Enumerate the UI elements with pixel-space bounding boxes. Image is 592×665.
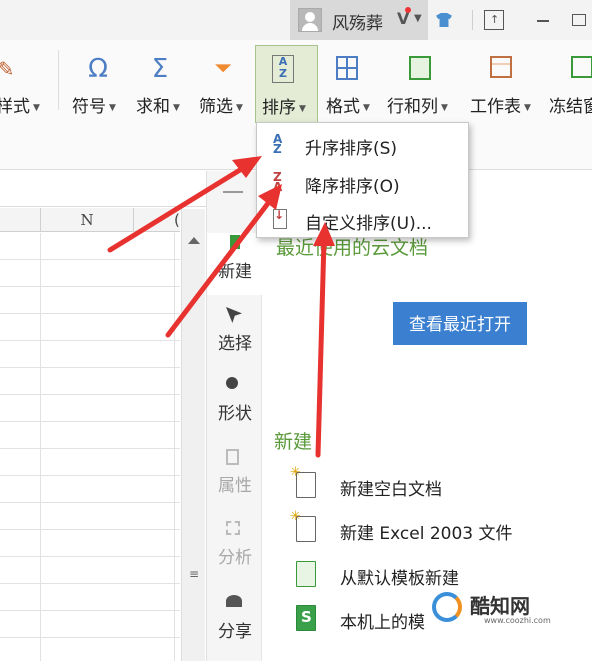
nav-item-label: 选择 xyxy=(218,334,252,354)
restore-icon[interactable] xyxy=(572,14,586,26)
avatar-icon[interactable] xyxy=(298,8,322,32)
rowcol-label: 行和列 xyxy=(387,97,438,117)
freeze-label: 冻结窗 xyxy=(549,97,592,117)
sort-dropdown-menu: AZ 升序排序(S) ZA 降序排序(O) ↓ 自定义排序(U)... xyxy=(256,122,469,238)
divider xyxy=(58,50,59,110)
menu-item-sort-descending[interactable]: ZA 降序排序(O) xyxy=(257,164,468,200)
nav-item-label: 属性 xyxy=(218,476,252,496)
sort-descending-icon: ZA xyxy=(273,170,283,194)
symbol-label: 符号 xyxy=(72,97,106,117)
filter-button[interactable]: ⏷ 筛选 ▼ xyxy=(195,40,251,124)
nav-item-label: 新建 xyxy=(218,262,252,282)
watermark-name: 酷知网 xyxy=(470,594,530,618)
new-section-heading: 新建 xyxy=(274,431,313,453)
style-label: 样式 xyxy=(0,97,30,117)
format-label: 格式 xyxy=(326,97,360,117)
sort-ascending-icon: AZ xyxy=(273,132,283,156)
vertical-scrollbar[interactable]: ≡ xyxy=(181,209,205,661)
property-icon xyxy=(226,449,239,465)
cell-grid[interactable] xyxy=(0,233,180,661)
link-label: 从默认模板新建 xyxy=(340,569,459,589)
collapse-handle[interactable] xyxy=(223,191,243,193)
column-header-row: N ( xyxy=(0,208,180,232)
menu-item-label: 升序排序(S) xyxy=(305,139,398,159)
format-grid-icon xyxy=(336,56,358,80)
nav-item-label: 形状 xyxy=(218,404,252,424)
title-bar: 风殇葬 V ▼ ↑ xyxy=(0,0,592,40)
sigma-icon: Σ xyxy=(151,54,169,84)
sort-label: 排序 xyxy=(262,98,296,118)
rowcol-button[interactable]: 行和列 ▼ xyxy=(385,40,455,124)
formula-bar[interactable] xyxy=(0,171,206,207)
symbol-button[interactable]: Ω 符号 ▼ xyxy=(68,40,124,124)
shape-icon xyxy=(226,377,238,389)
menu-item-label: 降序排序(O) xyxy=(305,177,400,197)
style-brush-icon: ✎ xyxy=(0,57,15,81)
custom-sort-icon: ↓ xyxy=(273,209,287,229)
new-blank-document-link[interactable]: ✳ 新建空白文档 xyxy=(290,465,586,500)
new-from-template-link[interactable]: 从默认模板新建 xyxy=(296,561,586,589)
analysis-icon xyxy=(226,521,240,535)
omega-icon: Ω xyxy=(88,54,108,84)
coozhi-logo-icon xyxy=(432,592,462,622)
chevron-down-icon[interactable]: ▼ xyxy=(414,13,422,24)
template-icon xyxy=(296,561,316,587)
menu-item-custom-sort[interactable]: ↓ 自定义排序(U)... xyxy=(257,201,468,237)
sum-button[interactable]: Σ 求和 ▼ xyxy=(130,40,188,124)
divider xyxy=(472,10,473,30)
minimize-icon[interactable] xyxy=(534,10,554,30)
notification-dot xyxy=(405,7,411,13)
user-account[interactable]: 风殇葬 V ▼ xyxy=(290,0,428,40)
nav-item-select[interactable]: 选择 xyxy=(207,307,263,377)
column-header-n[interactable]: N xyxy=(40,208,134,232)
nav-item-label: 分享 xyxy=(218,622,252,642)
spreadsheet-area: N ( ≡ xyxy=(0,171,206,661)
menu-item-sort-ascending[interactable]: AZ 升序排序(S) xyxy=(257,126,468,162)
worksheet-icon xyxy=(490,56,512,78)
username[interactable]: 风殇葬 xyxy=(332,9,383,34)
freeze-pane-icon xyxy=(571,56,592,78)
nav-item-new[interactable]: 新建 xyxy=(207,233,263,295)
task-pane-content: 最近使用的云文档 查看最近打开 新建 ✳ 新建空白文档 ✳ 新建 Excel 2… xyxy=(262,171,592,661)
freeze-button[interactable]: 冻结窗 xyxy=(545,40,592,124)
view-recent-button[interactable]: 查看最近打开 xyxy=(393,302,527,345)
format-button[interactable]: 格式 ▼ xyxy=(322,40,382,124)
nav-item-label: 分析 xyxy=(218,548,252,568)
row-column-icon xyxy=(409,56,431,80)
sort-az-icon: AZ xyxy=(272,55,294,83)
link-label: 新建 Excel 2003 文件 xyxy=(340,524,513,544)
scroll-grip-icon[interactable]: ≡ xyxy=(189,567,199,581)
nav-item-analysis[interactable]: 分析 xyxy=(207,521,263,591)
filter-label: 筛选 xyxy=(199,97,233,117)
nav-item-shape[interactable]: 形状 xyxy=(207,377,263,447)
site-watermark: 酷知网 www.coozhi.com xyxy=(432,590,592,630)
style-button[interactable]: ✎ 样式 ▼ xyxy=(0,40,56,124)
upload-icon[interactable]: ↑ xyxy=(484,10,504,30)
link-label: 新建空白文档 xyxy=(340,480,442,500)
new-document-icon: ✳ xyxy=(290,509,316,542)
new-document-icon: ✳ xyxy=(290,465,316,498)
new-doc-icon xyxy=(230,235,240,249)
watermark-url: www.coozhi.com xyxy=(484,616,551,625)
new-excel-2003-link[interactable]: ✳ 新建 Excel 2003 文件 xyxy=(290,509,586,544)
filter-funnel-icon: ⏷ xyxy=(214,56,232,81)
nav-item-property[interactable]: 属性 xyxy=(207,449,263,519)
nav-item-share[interactable]: 分享 xyxy=(207,595,263,665)
share-people-icon xyxy=(226,595,242,607)
column-header-o[interactable]: ( xyxy=(174,208,180,232)
sort-button[interactable]: AZ 排序 ▼ xyxy=(255,45,318,123)
skin-shirt-icon[interactable] xyxy=(434,10,454,30)
scroll-up-arrow-icon[interactable] xyxy=(188,237,200,244)
task-pane-nav: 新建 选择 形状 属性 分析 分享 xyxy=(206,171,263,661)
wps-sheet-icon xyxy=(296,605,316,631)
cursor-icon xyxy=(226,307,242,323)
sum-label: 求和 xyxy=(136,97,170,117)
worksheet-label: 工作表 xyxy=(470,97,521,117)
worksheet-button[interactable]: 工作表 ▼ xyxy=(468,40,538,124)
menu-item-label: 自定义排序(U)... xyxy=(305,214,432,234)
link-label: 本机上的模 xyxy=(340,613,425,633)
